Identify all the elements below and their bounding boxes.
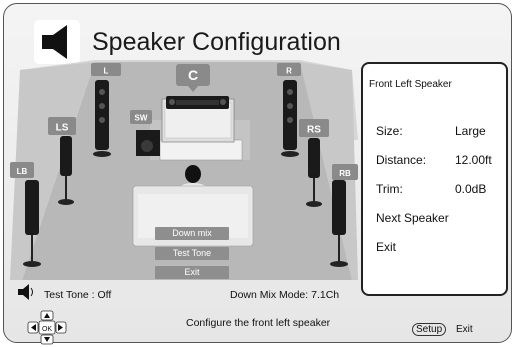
label-ls: LS — [56, 123, 69, 134]
size-value[interactable]: Large — [455, 124, 486, 138]
panel-title: Front Left Speaker — [369, 79, 452, 90]
nav-ok-label: OK — [42, 326, 52, 333]
distance-label[interactable]: Distance: — [376, 153, 426, 167]
label-lb: LB — [17, 167, 28, 176]
panel-exit-button[interactable]: Exit — [376, 240, 396, 254]
size-label[interactable]: Size: — [376, 124, 403, 138]
front-left-speaker — [93, 80, 111, 157]
navigation-pad-icon: OK — [27, 310, 67, 345]
exit-button[interactable]: Exit — [155, 266, 229, 279]
test-tone-icon — [18, 284, 33, 300]
front-right-speaker — [281, 80, 299, 157]
test-tone-button[interactable]: Test Tone — [155, 247, 229, 260]
footer-exit-label: Exit — [456, 324, 473, 335]
test-tone-status: Test Tone : Off — [44, 289, 112, 301]
label-l: L — [104, 67, 109, 76]
tv-stand — [159, 139, 243, 161]
distance-value[interactable]: 12.00ft — [455, 153, 492, 167]
label-sw: SW — [135, 114, 148, 123]
next-speaker-button[interactable]: Next Speaker — [376, 211, 449, 225]
speaker-configuration-screen: Speaker Configuration L C R SW LS RS LB … — [0, 0, 517, 347]
trim-value[interactable]: 0.0dB — [455, 182, 486, 196]
label-rb: RB — [339, 169, 351, 178]
hint-text: Configure the front left speaker — [186, 317, 331, 329]
label-rs: RS — [307, 125, 321, 136]
speaker-settings-panel: Front Left Speaker Size: Large Distance:… — [361, 62, 508, 296]
label-c: C — [188, 67, 198, 83]
trim-label[interactable]: Trim: — [376, 182, 403, 196]
label-r: R — [286, 67, 292, 76]
setup-key[interactable]: Setup — [412, 323, 447, 336]
down-mix-button[interactable]: Down mix — [155, 227, 229, 240]
down-mix-mode-status: Down Mix Mode: 7.1Ch — [230, 289, 340, 301]
